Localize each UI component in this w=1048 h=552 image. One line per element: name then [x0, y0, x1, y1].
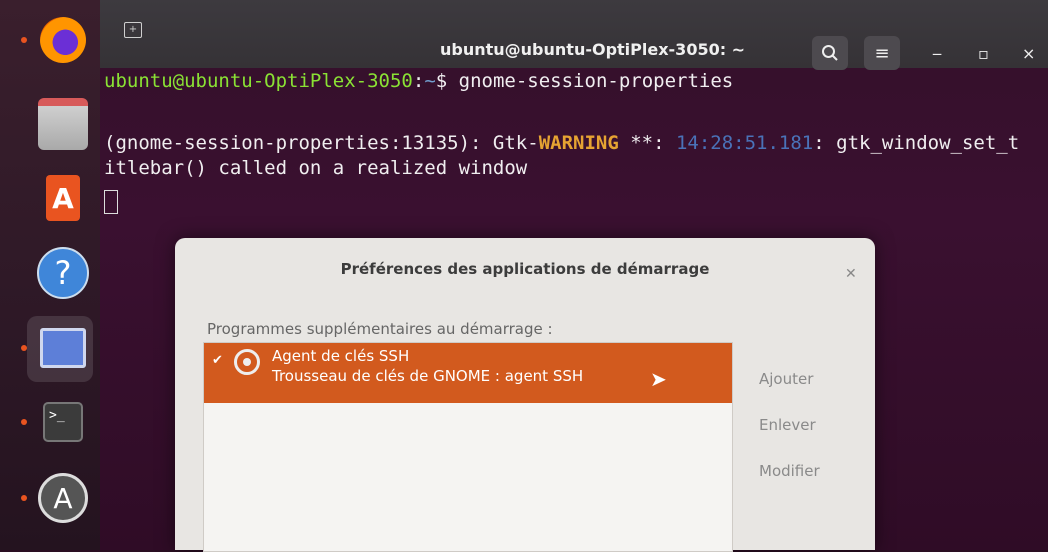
prompt-symbol: $: [435, 70, 448, 92]
startup-programs-list[interactable]: ✔ Agent de clés SSH Trousseau de clés de…: [203, 342, 733, 552]
firefox-launcher[interactable]: [21, 14, 89, 66]
startup-preferences-dialog[interactable]: Préférences des applications de démarrag…: [175, 238, 875, 552]
mouse-pointer-icon: ➤: [650, 367, 667, 391]
warning-word: WARNING: [538, 132, 619, 154]
prompt-separator: :: [412, 70, 425, 92]
search-icon: [822, 45, 838, 61]
terminal-command-line: ubuntu@ubuntu-OptiPlex-3050:~$ gnome-ses…: [104, 70, 733, 92]
warning-prefix: (gnome-session-properties:13135): Gtk-: [104, 132, 539, 154]
dialog-close-icon[interactable]: ✕: [845, 266, 857, 282]
firefox-icon: [40, 17, 86, 63]
hamburger-icon: ≡: [874, 42, 890, 64]
updater-launcher[interactable]: A: [21, 472, 89, 524]
command-text: gnome-session-properties: [458, 70, 734, 92]
terminal-cursor: [104, 190, 118, 214]
terminal-window[interactable]: + ubuntu@ubuntu-OptiPlex-3050: ~ ≡ ‒ ▫ ×…: [100, 0, 1048, 552]
files-launcher[interactable]: [37, 98, 89, 150]
settings-launcher[interactable]: [21, 316, 93, 382]
prompt-user: ubuntu@ubuntu-OptiPlex-3050: [104, 70, 413, 92]
terminal-titlebar[interactable]: + ubuntu@ubuntu-OptiPlex-3050: ~ ≡ ‒ ▫ ×: [100, 0, 1048, 70]
search-button[interactable]: [812, 36, 848, 70]
close-button[interactable]: ×: [1022, 44, 1035, 63]
settings-icon: [40, 328, 86, 368]
updater-icon: A: [38, 473, 88, 523]
checkbox-checked-icon[interactable]: ✔: [212, 353, 223, 368]
list-item[interactable]: ✔ Agent de clés SSH Trousseau de clés de…: [204, 343, 732, 403]
window-title: ubuntu@ubuntu-OptiPlex-3050: ~: [440, 40, 746, 59]
software-launcher[interactable]: A: [37, 172, 89, 224]
gear-icon: [234, 349, 260, 375]
warning-rest: : gtk_window_set_t: [813, 132, 1020, 154]
dialog-title: Préférences des applications de démarrag…: [340, 260, 710, 278]
prompt-path: ~: [424, 70, 436, 92]
help-launcher[interactable]: ?: [37, 247, 89, 299]
maximize-button[interactable]: ▫: [978, 44, 989, 63]
terminal-launcher[interactable]: >_: [21, 396, 89, 448]
program-name: Agent de clés SSH: [272, 347, 410, 365]
edit-button[interactable]: Modifier: [759, 462, 820, 480]
terminal-warning-line-2: itlebar() called on a realized window: [104, 157, 528, 179]
startup-programs-label: Programmes supplémentaires au démarrage …: [207, 320, 553, 338]
remove-button[interactable]: Enlever: [759, 416, 816, 434]
software-icon: A: [46, 175, 80, 221]
warning-timestamp: 14:28:51.181: [675, 132, 814, 154]
minimize-button[interactable]: ‒: [932, 44, 942, 63]
help-icon: ?: [37, 247, 89, 299]
menu-button[interactable]: ≡: [864, 36, 900, 70]
new-tab-icon[interactable]: +: [124, 22, 142, 38]
warning-stars: **:: [618, 132, 676, 154]
terminal-icon: >_: [43, 402, 83, 442]
add-button[interactable]: Ajouter: [759, 370, 813, 388]
terminal-warning-line: (gnome-session-properties:13135): Gtk-WA…: [104, 132, 1019, 154]
program-description: Trousseau de clés de GNOME : agent SSH: [272, 367, 584, 385]
dock: A ? >_ A: [0, 0, 100, 550]
files-icon: [38, 98, 88, 150]
